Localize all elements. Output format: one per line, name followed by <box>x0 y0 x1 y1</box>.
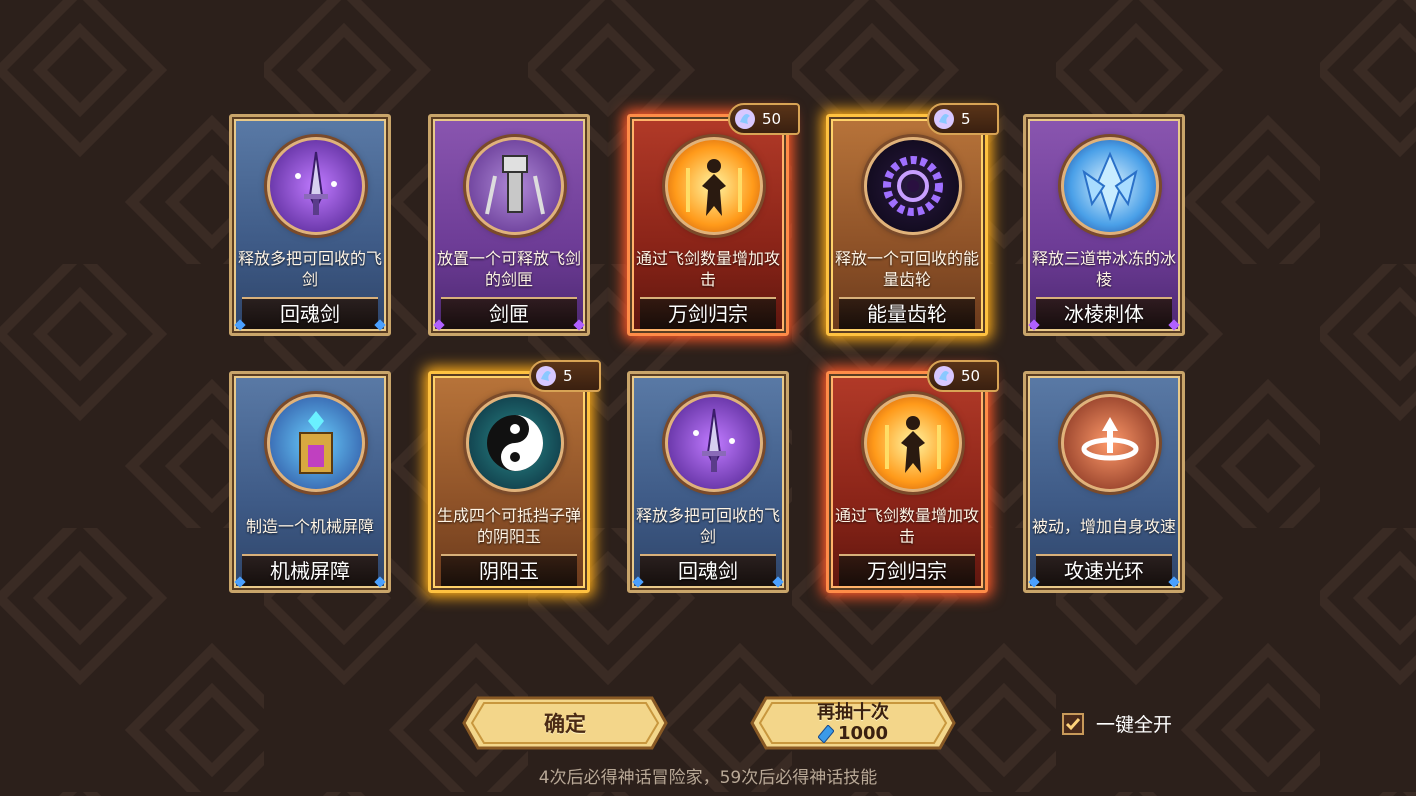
skill-card[interactable]: 5 释放一个可回收的能量齿轮 能量齿轮 <box>826 103 999 336</box>
auto-open-toggle[interactable]: 一键全开 <box>1062 710 1172 737</box>
skill-card[interactable]: 50 通过飞剑数量增加攻击 万剑归宗 <box>826 360 999 593</box>
blue-crystal-icon <box>817 725 834 743</box>
skill-card[interactable]: 释放多把可回收的飞剑 回魂剑 <box>627 371 789 593</box>
attack-speed-ring-icon <box>1061 394 1159 492</box>
confirm-button[interactable]: 确定 <box>460 694 670 752</box>
confirm-button-label: 确定 <box>544 712 586 736</box>
redraw-cost-value: 1000 <box>837 723 889 744</box>
cost-badge: 5 <box>927 103 999 135</box>
card-description: 释放一个可回收的能量齿轮 <box>835 249 980 289</box>
card-description: 生成四个可抵挡子弹的阴阳玉 <box>437 506 582 546</box>
crystal-icon <box>934 109 954 129</box>
mech-barrier-icon <box>267 394 365 492</box>
badge-value: 50 <box>762 110 782 128</box>
card-name: 攻速光环 <box>1036 554 1172 586</box>
cost-badge: 5 <box>529 360 601 392</box>
card-description: 释放三道带冰冻的冰棱 <box>1032 249 1177 289</box>
card-name: 万剑归宗 <box>839 554 975 586</box>
card-name: 机械屏障 <box>242 554 378 586</box>
redraw-cost: 1000 <box>817 723 889 744</box>
card-description: 通过飞剑数量增加攻击 <box>636 249 781 289</box>
card-description: 释放多把可回收的飞剑 <box>238 249 383 289</box>
sword-spirit-icon <box>665 394 763 492</box>
card-description: 释放多把可回收的飞剑 <box>636 506 781 546</box>
skill-card[interactable]: 制造一个机械屏障 机械屏障 <box>229 371 391 593</box>
card-name: 万剑归宗 <box>640 297 776 329</box>
redraw-ten-button[interactable]: 再抽十次 1000 <box>748 694 958 752</box>
skill-card[interactable]: 释放三道带冰冻的冰棱 冰棱刺体 <box>1023 114 1185 336</box>
pity-counter-note: 4次后必得神话冒险家，59次后必得神话技能 <box>538 768 878 788</box>
check-icon <box>1065 717 1081 730</box>
card-description: 放置一个可释放飞剑的剑匣 <box>437 249 582 289</box>
cost-badge: 50 <box>728 103 800 135</box>
ten-thousand-swords-icon <box>665 137 763 235</box>
card-name: 回魂剑 <box>242 297 378 329</box>
energy-gear-icon <box>864 137 962 235</box>
card-name: 能量齿轮 <box>839 297 975 329</box>
card-name: 剑匣 <box>441 297 577 329</box>
sword-box-icon <box>466 137 564 235</box>
auto-open-checkbox[interactable] <box>1062 712 1084 735</box>
card-name: 冰棱刺体 <box>1036 297 1172 329</box>
yin-yang-icon <box>466 394 564 492</box>
crystal-icon <box>536 366 556 386</box>
skill-card[interactable]: 5 生成四个可抵挡子弹的阴阳玉 阴阳玉 <box>428 360 601 593</box>
card-description: 制造一个机械屏障 <box>245 516 374 536</box>
badge-value: 5 <box>961 110 971 128</box>
auto-open-label: 一键全开 <box>1096 714 1173 736</box>
card-name: 回魂剑 <box>640 554 776 586</box>
badge-value: 50 <box>961 367 981 385</box>
card-name: 阴阳玉 <box>441 554 577 586</box>
skill-card[interactable]: 被动，增加自身攻速 攻速光环 <box>1023 371 1185 593</box>
redraw-button-label: 再抽十次 <box>817 702 889 723</box>
card-description: 被动，增加自身攻速 <box>1032 516 1177 536</box>
sword-spirit-icon <box>267 137 365 235</box>
crystal-icon <box>934 366 954 386</box>
skill-card[interactable]: 50 通过飞剑数量增加攻击 万剑归宗 <box>627 103 800 336</box>
crystal-icon <box>735 109 755 129</box>
ten-thousand-swords-icon <box>864 394 962 492</box>
skill-card[interactable]: 释放多把可回收的飞剑 回魂剑 <box>229 114 391 336</box>
skill-card[interactable]: 放置一个可释放飞剑的剑匣 剑匣 <box>428 114 590 336</box>
ice-shard-icon <box>1061 137 1159 235</box>
badge-value: 5 <box>563 367 573 385</box>
card-description: 通过飞剑数量增加攻击 <box>835 506 980 546</box>
cost-badge: 50 <box>927 360 999 392</box>
